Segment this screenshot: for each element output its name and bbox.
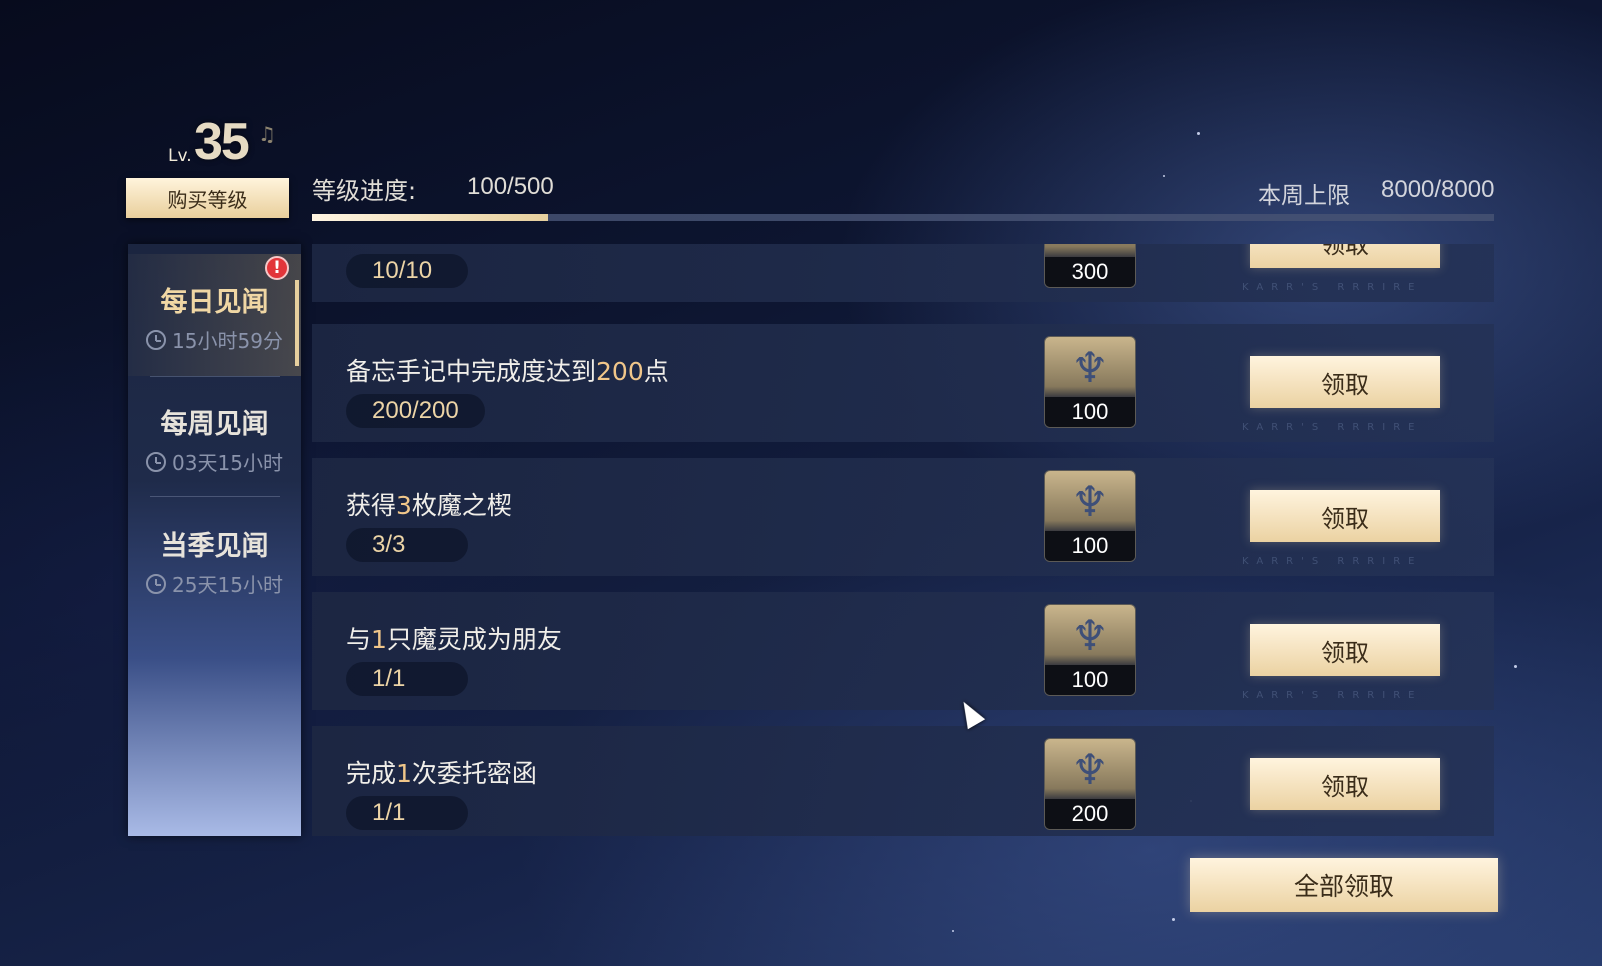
- task-title: 与1只魔灵成为朋友: [346, 625, 562, 654]
- reward-amount: 100: [1045, 665, 1135, 695]
- task-progress-count: 1/1: [346, 662, 468, 696]
- lyre-icon: ♆: [1071, 343, 1109, 392]
- claim-button[interactable]: 领取: [1250, 758, 1440, 810]
- clock-icon: [146, 451, 167, 472]
- alert-badge: !: [265, 256, 289, 280]
- level-number: 35: [194, 113, 250, 171]
- tab-seasonal[interactable]: 当季见闻 25天15小时: [128, 524, 301, 598]
- task-row: 完成1次委托密函 1/1 ♆ 200 领取: [312, 726, 1494, 836]
- buy-level-button[interactable]: 购买等级: [126, 178, 289, 218]
- watermark-text: KARR'S RRRIRE: [1242, 690, 1423, 701]
- reward-item[interactable]: ♆ 100: [1044, 604, 1136, 696]
- task-title: 完成1次委托密函: [346, 759, 537, 788]
- level-progress-bar: [312, 214, 1494, 221]
- task-progress-count: 10/10: [346, 254, 468, 288]
- task-list[interactable]: 10/10 ♆ 300 领取 KARR'S RRRIRE 备忘手记中完成度达到2…: [312, 244, 1494, 836]
- tab-time-remaining: 25天15小时: [172, 573, 283, 597]
- watermark-text: KARR'S RRRIRE: [1242, 422, 1423, 433]
- reward-amount: 100: [1045, 397, 1135, 427]
- claim-button[interactable]: 领取: [1250, 244, 1440, 268]
- reward-item[interactable]: ♆ 100: [1044, 470, 1136, 562]
- weekly-limit-value: 8000/8000: [1381, 176, 1495, 203]
- player-level: Lv. 35 ♫: [168, 112, 278, 172]
- tab-daily[interactable]: 每日见闻 15小时59分: [128, 280, 301, 354]
- category-sidebar: 每日见闻 15小时59分 每周见闻 03天15小时 当季见闻 25天15小时: [128, 244, 301, 836]
- tab-timer: 25天15小时: [128, 569, 301, 598]
- tab-divider: [150, 496, 280, 497]
- weekly-limit-label: 本周上限: [1258, 183, 1350, 209]
- reward-amount: 100: [1045, 531, 1135, 561]
- lyre-icon: ♆: [1071, 745, 1109, 794]
- star-decoration: [1514, 665, 1517, 668]
- star-decoration: [1172, 918, 1175, 921]
- reward-amount: 200: [1045, 799, 1135, 829]
- claim-all-button[interactable]: 全部领取: [1190, 858, 1498, 912]
- task-progress-count: 1/1: [346, 796, 468, 830]
- task-row: 获得3枚魔之楔 3/3 ♆ 100 领取 KARR'S RRRIRE: [312, 458, 1494, 576]
- task-row: 备忘手记中完成度达到200点 200/200 ♆ 100 领取 KARR'S R…: [312, 324, 1494, 442]
- star-decoration: [1197, 132, 1200, 135]
- task-progress-count: 3/3: [346, 528, 468, 562]
- tab-timer: 15小时59分: [128, 325, 301, 354]
- tab-title: 当季见闻: [160, 531, 269, 562]
- star-decoration: [1163, 175, 1165, 177]
- tab-timer: 03天15小时: [128, 447, 301, 476]
- task-row: 10/10 ♆ 300 领取 KARR'S RRRIRE: [312, 244, 1494, 302]
- task-title: 备忘手记中完成度达到200点: [346, 357, 669, 386]
- reward-item[interactable]: ♆ 100: [1044, 336, 1136, 428]
- task-title: 获得3枚魔之楔: [346, 491, 512, 520]
- reward-item[interactable]: ♆ 300: [1044, 244, 1136, 288]
- task-progress-count: 200/200: [346, 394, 485, 428]
- lyre-icon: ♆: [1071, 477, 1109, 526]
- clock-icon: [146, 329, 167, 350]
- clock-icon: [146, 573, 167, 594]
- tab-time-remaining: 03天15小时: [172, 451, 283, 475]
- star-decoration: [952, 930, 954, 932]
- reward-item[interactable]: ♆ 200: [1044, 738, 1136, 830]
- tab-title: 每日见闻: [160, 287, 269, 318]
- claim-button[interactable]: 领取: [1250, 356, 1440, 408]
- claim-button[interactable]: 领取: [1250, 490, 1440, 542]
- tab-title: 每周见闻: [160, 409, 269, 440]
- claim-button[interactable]: 领取: [1250, 624, 1440, 676]
- level-progress-fill: [312, 214, 549, 221]
- lyre-icon: ♆: [1045, 244, 1135, 252]
- reward-amount: 300: [1045, 257, 1135, 287]
- watermark-text: KARR'S RRRIRE: [1242, 282, 1423, 293]
- lyre-icon: ♆: [1071, 611, 1109, 660]
- level-progress-label: 等级进度:: [312, 177, 417, 205]
- tab-weekly[interactable]: 每周见闻 03天15小时: [128, 402, 301, 476]
- tab-time-remaining: 15小时59分: [172, 329, 283, 353]
- music-note-icon: ♫: [258, 122, 276, 146]
- level-prefix: Lv.: [168, 146, 192, 166]
- watermark-text: KARR'S RRRIRE: [1242, 556, 1423, 567]
- level-progress-value: 100/500: [467, 173, 554, 200]
- task-row: 与1只魔灵成为朋友 1/1 ♆ 100 领取 KARR'S RRRIRE: [312, 592, 1494, 710]
- tab-divider: [150, 376, 280, 377]
